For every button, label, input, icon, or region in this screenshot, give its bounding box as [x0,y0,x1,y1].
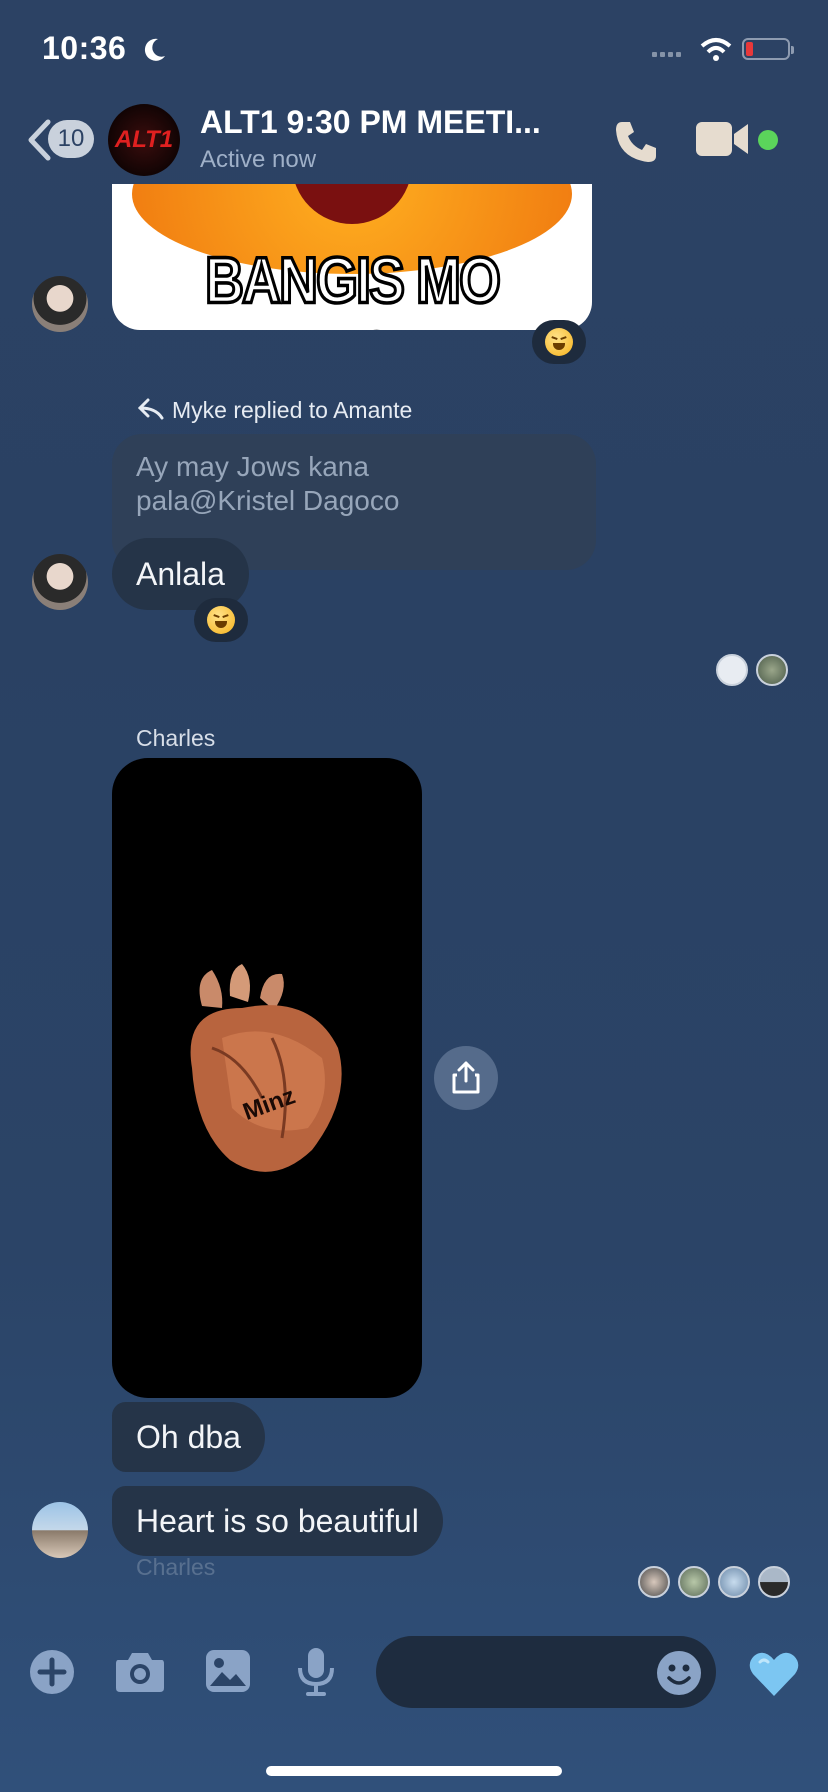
wifi-icon [700,38,732,61]
home-indicator [266,1766,562,1776]
message-text: Heart is so beautiful [136,1502,419,1539]
seen-avatar [718,1566,750,1598]
message-text: Oh dba [136,1418,241,1455]
share-button[interactable] [434,1046,498,1110]
reply-arrow-icon [138,398,164,420]
video-message[interactable]: Minz [112,758,422,1398]
battery-icon [742,38,794,60]
video-call-icon[interactable] [696,120,752,160]
message-text: Anlala [136,555,225,592]
laughing-emoji-icon [545,328,573,356]
laughing-emoji-icon [207,606,235,634]
group-avatar[interactable]: ALT1 [108,104,180,176]
sender-name: Charles [136,725,216,751]
sticker-image[interactable]: BANGIS MO TALAGA!!! [112,184,592,330]
ghost-sender-name: Charles [136,1554,216,1580]
message-bubble[interactable]: Heart is so beautiful [112,1486,443,1556]
group-logo-text: ALT1 [114,126,174,153]
quoted-text-line-1: Ay may Jows kana [136,451,369,482]
seen-avatar [678,1566,710,1598]
reaction-badge[interactable] [532,320,586,364]
quoted-text-line-2: pala@Kristel Dagoco [136,485,400,516]
share-icon [452,1061,480,1094]
emoji-picker-icon[interactable] [656,1650,702,1696]
unread-count-badge[interactable]: 10 [48,120,94,158]
reaction-badge[interactable] [194,598,248,642]
camera-icon[interactable] [114,1650,166,1694]
online-dot [758,130,778,150]
active-status: Active now [200,146,317,173]
sender-avatar[interactable] [32,1502,88,1558]
signal-icon [652,52,681,57]
gallery-icon[interactable] [204,1648,252,1694]
reply-label: Myke replied to Amante [172,397,413,423]
sticker-caption: BANGIS MO TALAGA!!! [203,243,502,330]
message-bubble[interactable]: Oh dba [112,1402,265,1472]
seen-avatar [756,654,788,686]
like-heart-icon[interactable] [748,1650,800,1698]
phone-call-icon[interactable] [612,118,660,166]
moon-icon [144,38,165,61]
plus-icon[interactable] [28,1648,76,1696]
seen-avatar [716,654,748,686]
sender-avatar[interactable] [32,276,88,332]
seen-avatar [758,1566,790,1598]
chat-title[interactable]: ALT1 9:30 PM MEETI... [200,104,541,141]
microphone-icon[interactable] [296,1646,336,1698]
status-time: 10:36 [42,30,127,66]
sender-avatar[interactable] [32,554,88,610]
anatomical-heart-image: Minz [190,964,342,1172]
seen-avatar [638,1566,670,1598]
